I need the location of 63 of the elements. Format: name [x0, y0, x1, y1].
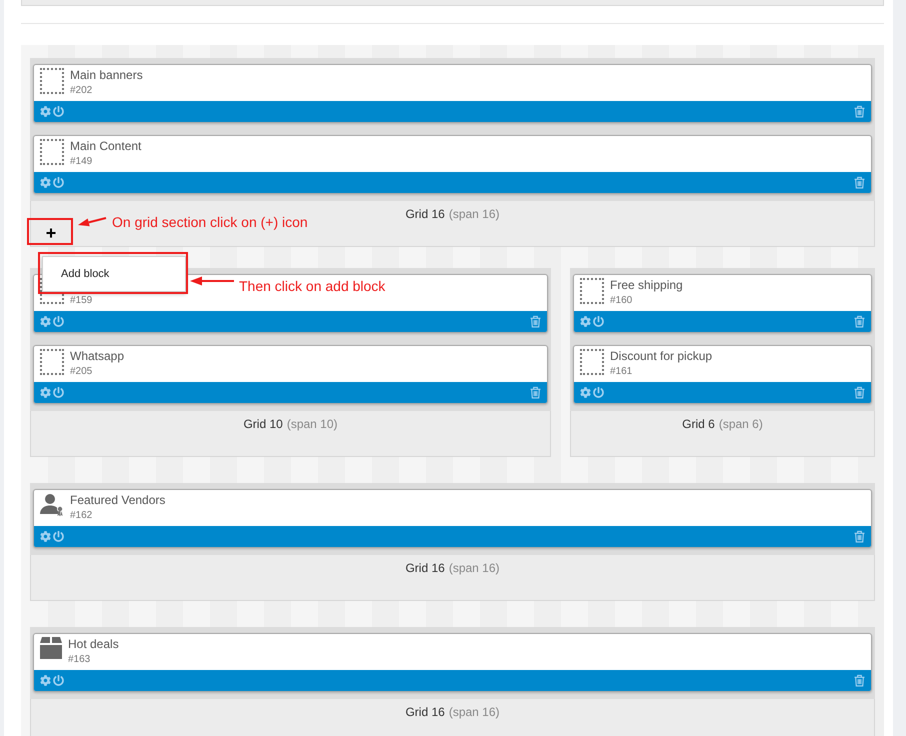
trash-icon[interactable]	[854, 105, 865, 118]
user-badge-icon	[40, 493, 64, 517]
block-title: Hot deals	[68, 637, 119, 652]
settings-icon[interactable]	[580, 316, 591, 327]
settings-icon[interactable]	[40, 316, 51, 327]
block-number: #205	[70, 366, 94, 378]
settings-icon[interactable]	[40, 675, 51, 686]
power-icon[interactable]	[53, 177, 64, 188]
block-number: #161	[610, 366, 634, 378]
dotted-square-icon	[580, 278, 604, 304]
power-icon[interactable]	[53, 387, 64, 398]
block-number: #162	[70, 510, 94, 522]
power-icon[interactable]	[593, 316, 604, 327]
block-number: #149	[70, 156, 94, 168]
grid-span: (span 16)	[448, 207, 500, 222]
block-title: Free shipping	[610, 278, 683, 293]
trash-icon[interactable]	[854, 176, 865, 189]
grid-label: Grid 16	[405, 705, 445, 720]
block-number: #202	[70, 85, 94, 97]
grid-span: (span 16)	[448, 705, 500, 720]
power-icon[interactable]	[53, 675, 64, 686]
block-number: #160	[610, 295, 634, 307]
trash-icon[interactable]	[530, 315, 541, 328]
block-title: Discount for pickup	[610, 349, 712, 364]
block-title: Whatsapp	[70, 349, 124, 364]
dotted-square-icon	[580, 349, 604, 375]
menu-item[interactable]: Add block	[43, 267, 185, 281]
block-number: #159	[70, 295, 92, 307]
block-title: Featured Vendors	[70, 493, 166, 508]
block-title: Main Content	[70, 139, 142, 154]
dotted-square-icon	[40, 349, 64, 375]
dotted-square-icon	[40, 139, 64, 165]
settings-icon[interactable]	[40, 106, 51, 117]
power-icon[interactable]	[593, 387, 604, 398]
grid-label: Grid 16	[405, 207, 445, 222]
arrow	[190, 276, 234, 286]
trash-icon[interactable]	[854, 315, 865, 328]
settings-icon[interactable]	[40, 177, 51, 188]
annotation-text: On grid section click on (+) icon	[112, 214, 308, 231]
trash-icon[interactable]	[854, 530, 865, 543]
dotted-square-icon	[40, 68, 64, 94]
grid-label: Grid 10	[243, 417, 283, 432]
grid-span: (span 16)	[448, 561, 500, 576]
power-icon[interactable]	[53, 106, 64, 117]
grid-span: (span 6)	[718, 417, 763, 432]
trash-icon[interactable]	[854, 674, 865, 687]
power-icon[interactable]	[53, 531, 64, 542]
settings-icon[interactable]	[580, 387, 591, 398]
trash-icon[interactable]	[530, 386, 541, 399]
box-icon	[40, 637, 62, 659]
settings-icon[interactable]	[40, 387, 51, 398]
grid-label: Grid 16	[405, 561, 445, 576]
add-button[interactable]: +	[31, 222, 71, 244]
power-icon[interactable]	[53, 316, 64, 327]
grid-label: Grid 6	[682, 417, 715, 432]
highlight-frame	[27, 218, 73, 245]
settings-icon[interactable]	[40, 531, 51, 542]
block-title: Main banners	[70, 68, 143, 83]
trash-icon[interactable]	[854, 386, 865, 399]
arrow	[78, 217, 106, 226]
annotation-text: Then click on add block	[239, 278, 386, 295]
block-number: #163	[68, 654, 92, 666]
grid-span: (span 10)	[286, 417, 338, 432]
